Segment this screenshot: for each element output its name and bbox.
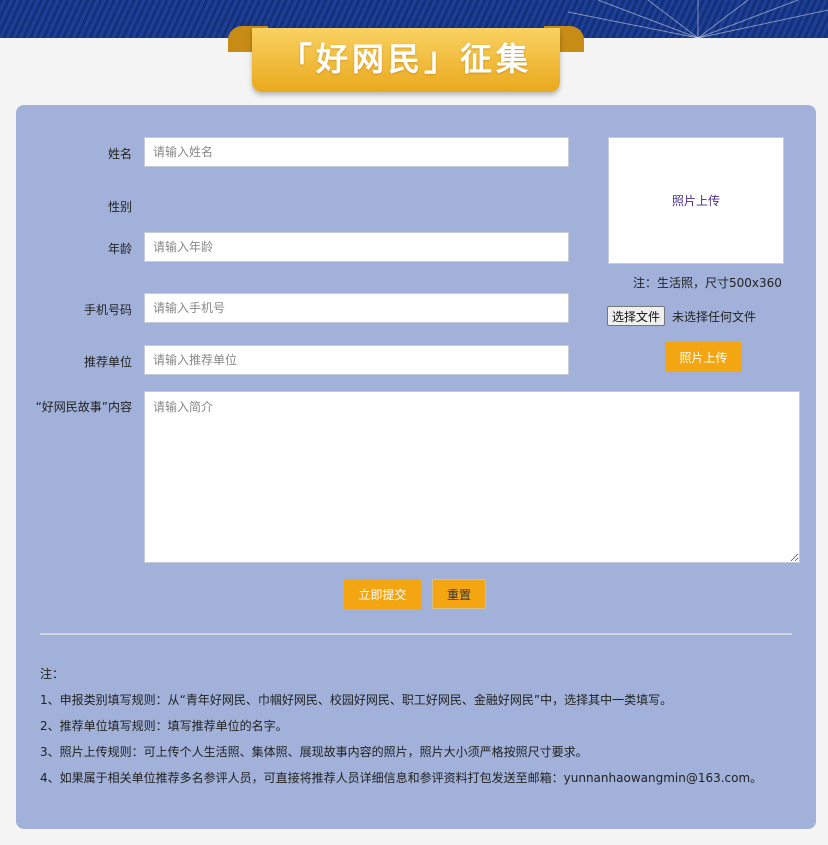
notes-section: 注： 1、申报类别填写规则：从“青年好网民、巾帼好网民、校园好网民、职工好网民、…	[40, 665, 800, 795]
photo-upload-area[interactable]: 照片上传	[608, 137, 784, 264]
choose-file-button[interactable]: 选择文件	[607, 306, 666, 326]
photo-upload-label: 照片上传	[671, 194, 720, 208]
photo-note: 注：生活照，尺寸500x360	[633, 276, 782, 290]
file-status: 未选择任何文件	[672, 310, 757, 324]
section-divider	[40, 633, 792, 635]
age-label: 年龄	[107, 242, 132, 256]
story-textarea[interactable]	[144, 391, 800, 563]
age-input[interactable]	[144, 232, 569, 262]
unit-label: 推荐单位	[83, 355, 132, 369]
banner-pattern-icon	[568, 0, 828, 38]
submit-button[interactable]: 立即提交	[344, 579, 421, 609]
unit-input[interactable]	[144, 345, 569, 375]
notes-heading: 注：	[40, 667, 65, 681]
gender-label: 性别	[107, 200, 132, 214]
name-input[interactable]	[144, 137, 569, 167]
note-item: 3、照片上传规则：可上传个人生活照、集体照、展现故事内容的照片，照片大小须严格按…	[40, 745, 588, 759]
note-item: 2、推荐单位填写规则：填写推荐单位的名字。	[40, 719, 288, 733]
form-panel: 姓名 性别 年龄 手机号码 推荐单位 “好网民故事”内容 照片上传 注：生活照，…	[16, 105, 816, 829]
title-ribbon: 「好网民」征集	[228, 20, 584, 94]
phone-label: 手机号码	[83, 303, 132, 317]
note-item: 1、申报类别填写规则：从“青年好网民、巾帼好网民、校园好网民、职工好网民、金融好…	[40, 693, 673, 707]
name-label: 姓名	[107, 147, 132, 161]
note-item: 4、如果属于相关单位推荐多名参评人员，可直接将推荐人员详细信息和参评资料打包发送…	[40, 771, 763, 785]
reset-button[interactable]: 重置	[432, 579, 486, 609]
story-label: “好网民故事”内容	[35, 400, 132, 414]
phone-input[interactable]	[144, 293, 569, 323]
photo-upload-button[interactable]: 照片上传	[665, 342, 742, 372]
page-title: 「好网民」征集	[252, 28, 560, 92]
